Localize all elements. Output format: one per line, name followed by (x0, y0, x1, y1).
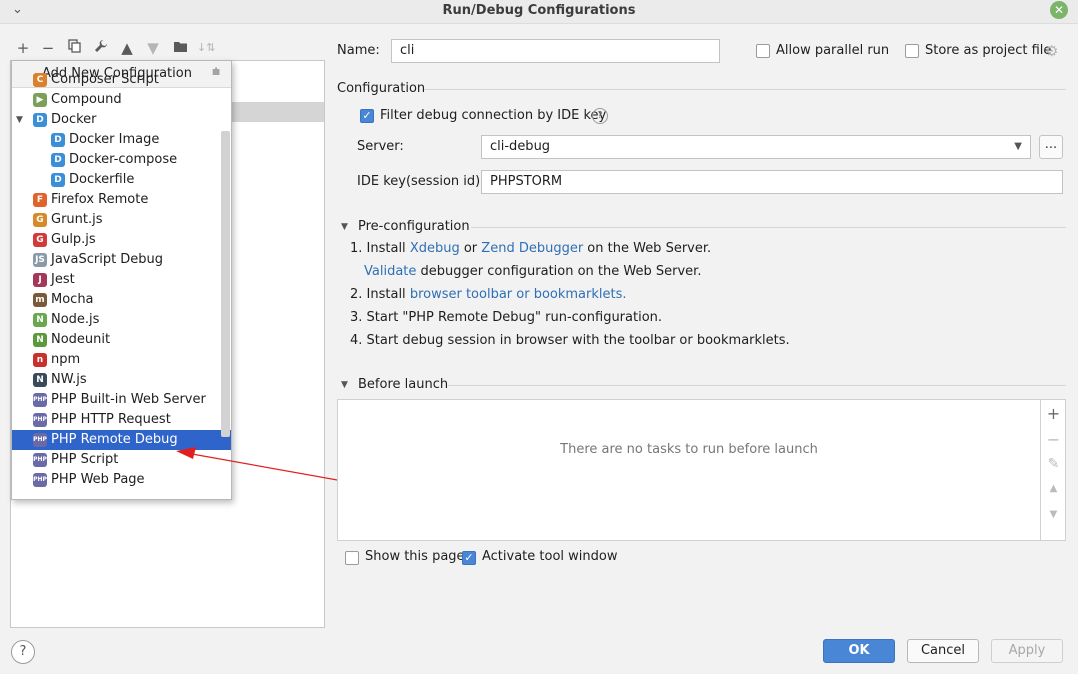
allow-parallel-label: Allow parallel run (776, 43, 890, 58)
before-launch-task-list[interactable]: There are no tasks to run before launch (337, 399, 1041, 541)
store-as-project-label: Store as project file (925, 43, 1052, 58)
preconfig-step-4: 4. Start debug session in browser with t… (350, 333, 790, 348)
name-label: Name: (337, 43, 380, 58)
configuration-separator (424, 89, 1066, 90)
preconfig-step-2: 2. Install browser toolbar or bookmarkle… (350, 287, 627, 302)
before-launch-collapse-icon[interactable]: ▼ (341, 380, 348, 390)
preconfig-separator (471, 227, 1066, 228)
preconfig-collapse-icon[interactable]: ▼ (341, 222, 348, 232)
empty-tasks-message: There are no tasks to run before launch (560, 442, 818, 457)
filter-debug-checkbox[interactable]: ✓ (360, 109, 374, 123)
preconfig-step-1b: Validate debugger configuration on the W… (364, 264, 702, 279)
gear-icon[interactable]: ⚙ (1045, 42, 1058, 60)
before-launch-toolbar: + − ✎ ▲ ▼ (1041, 399, 1066, 541)
server-label: Server: (357, 139, 404, 154)
show-this-page-checkbox[interactable] (345, 551, 359, 565)
zend-debugger-link[interactable]: Zend Debugger (481, 241, 583, 256)
name-field[interactable]: cli (391, 39, 720, 63)
move-task-down-icon: ▼ (1049, 509, 1058, 520)
preconfig-step-1: 1. Install Xdebug or Zend Debugger on th… (350, 241, 712, 256)
before-launch-separator (448, 385, 1066, 386)
show-this-page-label: Show this page (365, 549, 465, 564)
server-value: cli-debug (490, 139, 551, 154)
browser-toolbar-link[interactable]: browser toolbar or bookmarklets. (410, 287, 627, 302)
validate-link[interactable]: Validate (364, 264, 416, 279)
before-launch-header: Before launch (358, 377, 449, 392)
filter-debug-label: Filter debug connection by IDE key (380, 108, 607, 123)
ide-key-label: IDE key(session id): (357, 174, 485, 189)
xdebug-link[interactable]: Xdebug (410, 241, 460, 256)
browse-servers-button[interactable]: ... (1039, 135, 1063, 159)
activate-tool-window-label: Activate tool window (482, 549, 618, 564)
store-as-project-checkbox[interactable] (905, 44, 919, 58)
preconfig-header: Pre-configuration (358, 219, 470, 234)
preconfig-step-3: 3. Start "PHP Remote Debug" run-configur… (350, 310, 663, 325)
edit-task-icon: ✎ (1047, 456, 1060, 472)
remove-task-icon: − (1046, 430, 1061, 449)
move-task-up-icon: ▲ (1049, 483, 1058, 494)
allow-parallel-checkbox[interactable] (756, 44, 770, 58)
apply-button: Apply (991, 639, 1063, 663)
configuration-header: Configuration (337, 81, 426, 96)
cancel-button[interactable]: Cancel (907, 639, 979, 663)
help-button[interactable]: ? (11, 640, 35, 664)
add-task-icon[interactable]: + (1041, 404, 1066, 423)
chevron-down-icon: ▼ (1014, 141, 1022, 152)
activate-tool-window-checkbox[interactable]: ✓ (462, 551, 476, 565)
ok-button[interactable]: OK (823, 639, 895, 663)
help-icon[interactable]: ? (592, 108, 608, 124)
server-select[interactable]: cli-debug ▼ (481, 135, 1031, 159)
ide-key-field[interactable]: PHPSTORM (481, 170, 1063, 194)
